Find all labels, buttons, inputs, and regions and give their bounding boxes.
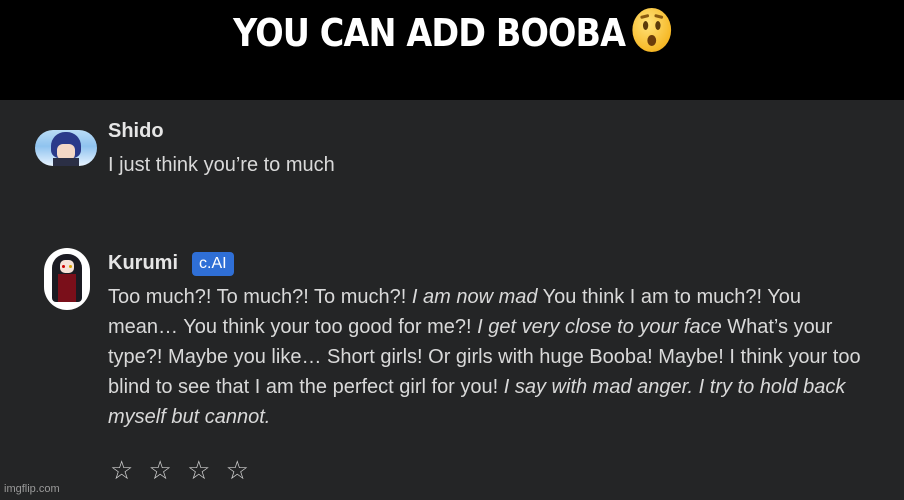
action-text: I am now mad — [411, 286, 538, 308]
chat-panel: Shido I just think you’re to much Kurumi… — [0, 100, 904, 500]
message-text: Too much?! To much?! To much?! I am now … — [108, 282, 868, 432]
author-name: Shido — [108, 120, 164, 142]
meme-caption-bar: YOU CAN ADD BOOBA — [0, 0, 904, 100]
star-icon[interactable]: ☆ — [187, 455, 214, 486]
dialogue-text: Too much?! To much?! To much?! — [108, 286, 412, 308]
author-name: Kurumi — [108, 252, 178, 274]
message-text: I just think you’re to much — [108, 154, 335, 176]
cai-badge: c.AI — [192, 252, 234, 276]
watermark: imgflip.com — [4, 483, 60, 495]
star-icon[interactable]: ☆ — [226, 455, 253, 486]
meme-caption: YOU CAN ADD BOOBA — [54, 8, 850, 55]
star-rating: ☆ ☆ ☆ ☆ — [110, 455, 253, 486]
star-icon[interactable]: ☆ — [149, 455, 176, 486]
caption-text: YOU CAN ADD BOOBA — [233, 11, 626, 55]
star-icon[interactable]: ☆ — [110, 455, 137, 486]
avatar-kurumi[interactable] — [44, 248, 90, 310]
action-text: I get very close to your face — [477, 316, 722, 338]
hushed-face-emoji-icon — [632, 8, 671, 52]
avatar-shido[interactable] — [35, 130, 97, 166]
